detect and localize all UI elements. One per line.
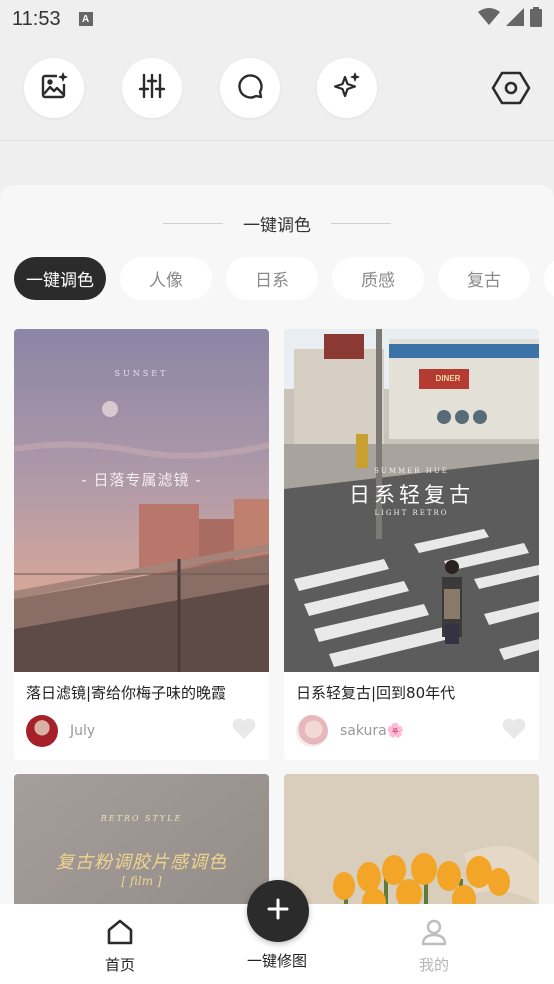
card-author: sakura🌸 xyxy=(284,715,539,747)
image-caption: SUMMER HUE xyxy=(374,467,449,475)
image-subcaption: [ film ] xyxy=(121,874,162,888)
content-panel: 一键调色 一键调色 人像 日系 质感 复古 SUNSET - 日落专属滤镜 - … xyxy=(0,185,554,984)
card-image: DINER SUMMER HUE 日系轻复古 LIGHT RETRO xyxy=(284,329,539,672)
tab-one-click[interactable]: 一键调色 xyxy=(14,257,106,300)
battery-icon xyxy=(530,7,542,31)
image-caption: RETRO STYLE xyxy=(100,814,183,823)
filter-card[interactable]: DINER SUMMER HUE 日系轻复古 LIGHT RETRO 日系轻复古… xyxy=(284,329,539,760)
title-rule-left xyxy=(163,223,223,224)
chat-button[interactable] xyxy=(220,58,280,118)
plus-icon xyxy=(266,897,290,925)
wifi-icon xyxy=(478,8,500,30)
filter-card[interactable]: SUNSET - 日落专属滤镜 - 落日滤镜|寄给你梅子味的晚霞 July xyxy=(14,329,269,760)
section-title: 一键调色 xyxy=(243,216,311,236)
chat-bubble-icon xyxy=(236,72,264,104)
nav-profile[interactable]: 我的 xyxy=(384,918,484,975)
username[interactable]: sakura🌸 xyxy=(340,723,404,739)
avatar[interactable] xyxy=(26,715,58,747)
adjust-button[interactable] xyxy=(122,58,182,118)
image-sparkle-icon xyxy=(39,71,69,105)
image-heading: 日系轻复古 xyxy=(349,483,474,507)
image-heading: - 日落专属滤镜 - xyxy=(81,471,202,489)
nav-home[interactable]: 首页 xyxy=(70,918,170,975)
user-icon xyxy=(420,918,448,950)
tab-retro[interactable]: 复古 xyxy=(438,257,530,300)
add-button[interactable] xyxy=(247,880,309,942)
nav-profile-label: 我的 xyxy=(418,956,449,974)
image-edit-button[interactable] xyxy=(24,58,84,118)
card-title: 落日滤镜|寄给你梅子味的晚霞 xyxy=(26,684,227,702)
nav-edit-label: 一键修图 xyxy=(246,952,307,970)
home-icon xyxy=(106,918,134,950)
category-tabs: 一键调色 人像 日系 质感 复古 xyxy=(14,257,554,300)
heart-icon[interactable] xyxy=(501,717,527,745)
status-time: 11:53 xyxy=(12,7,61,30)
tool-bar xyxy=(0,56,554,120)
title-rule-right xyxy=(331,223,391,224)
nav-home-label: 首页 xyxy=(104,956,135,974)
image-subcaption: LIGHT RETRO xyxy=(374,509,449,517)
image-caption: SUNSET xyxy=(114,369,169,378)
notification-icon: A xyxy=(78,12,93,26)
image-heading: 复古粉调胶片感调色 xyxy=(56,852,227,873)
divider xyxy=(0,140,554,141)
signal-icon xyxy=(506,8,524,30)
username[interactable]: July xyxy=(70,723,95,739)
magic-button[interactable] xyxy=(317,58,377,118)
tab-portrait[interactable]: 人像 xyxy=(120,257,212,300)
sliders-icon xyxy=(138,72,166,104)
status-bar: 11:53 A xyxy=(0,0,554,38)
card-image: SUNSET - 日落专属滤镜 - xyxy=(14,329,269,672)
heart-icon[interactable] xyxy=(231,717,257,745)
card-title: 日系轻复古|回到80年代 xyxy=(296,684,456,702)
avatar[interactable] xyxy=(296,715,328,747)
hexagon-settings-icon xyxy=(491,70,531,110)
tab-more[interactable] xyxy=(544,257,554,300)
nav-edit[interactable]: 一键修图 xyxy=(227,950,327,971)
section-header: 一键调色 xyxy=(0,211,554,236)
shop-sign: DINER xyxy=(435,374,461,383)
card-author: July xyxy=(14,715,269,747)
settings-button[interactable] xyxy=(486,68,536,112)
tab-texture[interactable]: 质感 xyxy=(332,257,424,300)
tab-japanese[interactable]: 日系 xyxy=(226,257,318,300)
sparkle-icon xyxy=(332,71,362,105)
